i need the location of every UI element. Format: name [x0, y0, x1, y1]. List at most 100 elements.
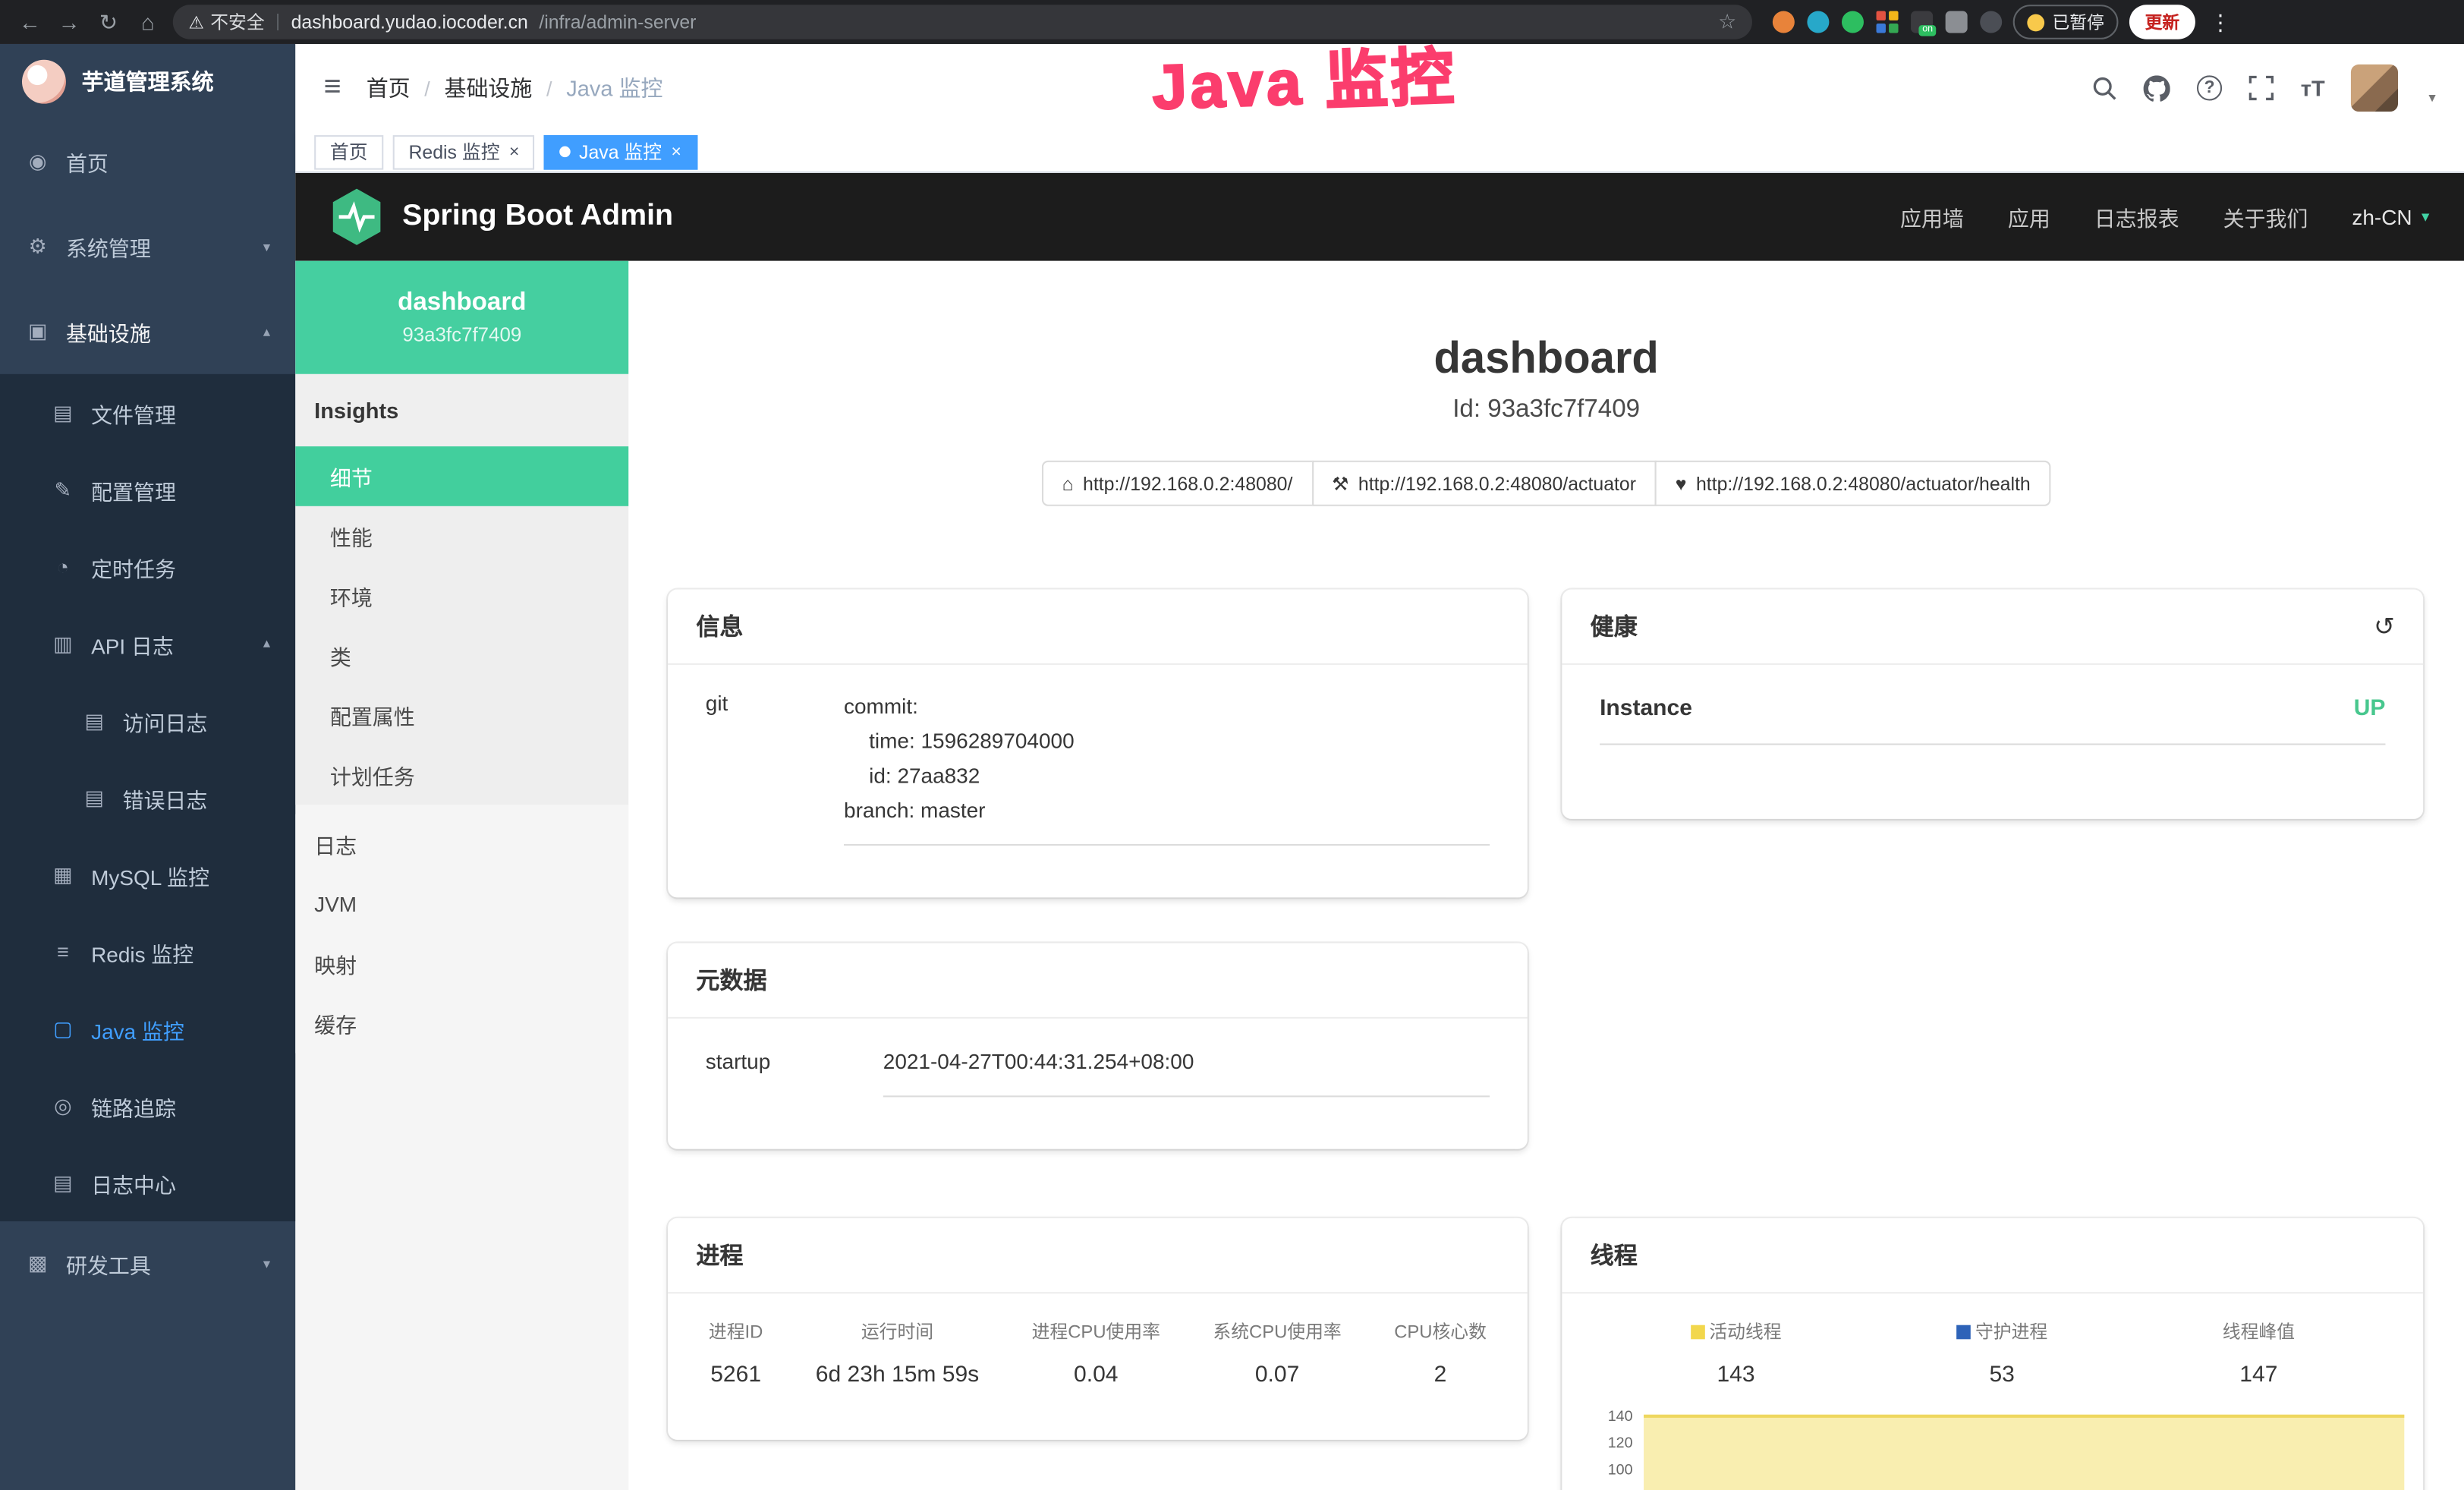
- y-tick: 140: [1608, 1403, 1633, 1430]
- sidebar-item-system[interactable]: ⚙ 系统管理 ▾: [0, 204, 295, 289]
- sba-item-mappings[interactable]: 映射: [295, 934, 628, 994]
- sidebar-item-access-log[interactable]: ▤ 访问日志: [0, 682, 295, 759]
- sba-item-jvm[interactable]: JVM: [295, 874, 628, 934]
- sba-brand[interactable]: Spring Boot Admin: [330, 187, 673, 247]
- sba-nav-journal[interactable]: 日志报表: [2094, 201, 2179, 232]
- sidebar-item-label: 文件管理: [91, 397, 176, 428]
- extension-icon[interactable]: [1807, 11, 1829, 33]
- font-size-icon[interactable]: тT: [2301, 75, 2325, 100]
- extension-icon[interactable]: [1842, 11, 1864, 33]
- address-bar[interactable]: ⚠ 不安全 | dashboard.yudao.iocoder.cn /infr…: [173, 5, 1752, 39]
- app-logo-row[interactable]: 芋道管理系统: [0, 44, 295, 119]
- sba-nav-applications[interactable]: 应用: [2008, 201, 2050, 232]
- security-warning[interactable]: ⚠ 不安全: [188, 9, 264, 34]
- breadcrumb: 首页 / 基础设施 / Java 监控: [367, 72, 663, 103]
- user-avatar[interactable]: [2352, 65, 2399, 112]
- tab-home[interactable]: 首页: [314, 134, 383, 169]
- link-actuator-url[interactable]: ⚒ http://192.168.0.2:48080/actuator: [1311, 461, 1657, 506]
- sba-item-caches[interactable]: 缓存: [295, 994, 628, 1054]
- extensions-puzzle-icon[interactable]: [1946, 11, 1968, 33]
- locale-select[interactable]: zh-CN ▾: [2352, 205, 2429, 228]
- sidebar-item-label: 配置管理: [91, 474, 176, 505]
- sidebar-item-files[interactable]: ▤ 文件管理: [0, 374, 295, 451]
- breadcrumb-home[interactable]: 首页: [367, 72, 411, 103]
- metric-value: 143: [1690, 1362, 1781, 1388]
- forward-icon[interactable]: →: [55, 9, 83, 34]
- close-icon[interactable]: ×: [509, 142, 519, 161]
- sidebar-item-config[interactable]: ✎ 配置管理: [0, 451, 295, 528]
- caret-down-icon[interactable]: ▾: [2428, 90, 2435, 112]
- info-card: 信息 git commit: time: 1596289704000 id: 2…: [668, 590, 1528, 898]
- sidebar-item-home[interactable]: ◉ 首页: [0, 119, 295, 204]
- monitor-icon: ▣: [25, 319, 50, 344]
- update-button[interactable]: 更新: [2129, 5, 2195, 39]
- extension-grid-icon[interactable]: [1877, 11, 1899, 33]
- sba-item-config-props[interactable]: 配置属性: [295, 685, 628, 745]
- screen-icon: ▢: [50, 1016, 75, 1041]
- sidebar-item-java[interactable]: ▢ Java 监控: [0, 991, 295, 1067]
- browser-menu-icon[interactable]: ⋮: [2210, 8, 2232, 35]
- sba-item-classes[interactable]: 类: [295, 625, 628, 685]
- breadcrumb-infra[interactable]: 基础设施: [444, 72, 532, 103]
- extension-icon[interactable]: [1980, 11, 2002, 33]
- github-icon[interactable]: [2144, 74, 2170, 101]
- sba-nav-about[interactable]: 关于我们: [2223, 201, 2308, 232]
- instance-id: 93a3fc7f7409: [402, 324, 521, 346]
- breadcrumb-separator: /: [424, 76, 430, 99]
- sidebar-item-mysql[interactable]: ▦ MySQL 监控: [0, 836, 295, 913]
- sidebar-item-label: Java 监控: [91, 1013, 184, 1044]
- hamburger-icon[interactable]: ≡: [324, 71, 341, 106]
- close-icon[interactable]: ×: [672, 142, 681, 161]
- tab-java[interactable]: Java 监控 ×: [544, 134, 697, 169]
- paused-chip[interactable]: 已暂停: [2013, 5, 2119, 39]
- sba-nav-wall[interactable]: 应用墙: [1900, 201, 1964, 232]
- metadata-key: startup: [706, 1050, 883, 1097]
- layers-icon: ≡: [50, 940, 75, 963]
- bookmark-star-icon[interactable]: ☆: [1718, 9, 1736, 34]
- link-health-url[interactable]: ♥ http://192.168.0.2:48080/actuator/heal…: [1655, 461, 2051, 506]
- chart-y-axis: 140 120 100: [1591, 1403, 1641, 1490]
- grid-icon: ▦: [50, 862, 75, 887]
- sidebar-item-label: 访问日志: [123, 705, 208, 736]
- sba-item-environment[interactable]: 环境: [295, 565, 628, 625]
- sba-item-logs[interactable]: 日志: [295, 814, 628, 874]
- threads-card: 线程 活动线程 143: [1562, 1218, 2423, 1490]
- extension-on-icon[interactable]: [1911, 11, 1933, 33]
- legend-swatch-yellow: [1690, 1325, 1704, 1339]
- extension-icon[interactable]: [1773, 11, 1795, 33]
- sidebar-item-jobs[interactable]: ◔ 定时任务: [0, 528, 295, 605]
- metric-label: 进程CPU使用率: [1032, 1318, 1160, 1344]
- metric-label: 系统CPU使用率: [1213, 1318, 1341, 1344]
- reload-icon[interactable]: ↻: [94, 8, 122, 35]
- sidebar-item-api-log[interactable]: ▥ API 日志 ▴: [0, 605, 295, 682]
- sidebar-item-infra[interactable]: ▣ 基础设施 ▴: [0, 289, 295, 374]
- tab-redis[interactable]: Redis 监控 ×: [393, 134, 535, 169]
- link-service-url[interactable]: ⌂ http://192.168.0.2:48080/: [1042, 461, 1314, 506]
- chevron-down-icon: ▾: [2422, 208, 2429, 225]
- metric-daemon-threads: 守护进程 53: [1956, 1318, 2047, 1388]
- sidebar-item-redis[interactable]: ≡ Redis 监控: [0, 913, 295, 990]
- metric-label: 进程ID: [709, 1318, 763, 1344]
- sidebar-item-trace[interactable]: ◎ 链路追踪: [0, 1067, 295, 1144]
- help-icon[interactable]: ?: [2197, 75, 2222, 100]
- sba-item-scheduled-tasks[interactable]: 计划任务: [295, 745, 628, 805]
- chevron-up-icon: ▴: [263, 635, 270, 653]
- sidebar-item-devtools[interactable]: ▩ 研发工具 ▾: [0, 1221, 295, 1306]
- insights-section-label[interactable]: Insights: [295, 374, 628, 446]
- search-icon[interactable]: [2091, 75, 2116, 100]
- sba-item-performance[interactable]: 性能: [295, 506, 628, 566]
- sba-main: dashboard Id: 93a3fc7f7409 ⌂ http://192.…: [628, 261, 2464, 1490]
- breadcrumb-current: Java 监控: [566, 72, 662, 103]
- app-main: ≡ 首页 / 基础设施 / Java 监控 ?: [295, 44, 2464, 1490]
- home-icon[interactable]: ⌂: [134, 9, 162, 34]
- fullscreen-icon[interactable]: [2248, 75, 2274, 100]
- sidebar-item-log-center[interactable]: ▤ 日志中心: [0, 1145, 295, 1221]
- sidebar-item-label: 日志中心: [91, 1167, 176, 1199]
- back-icon[interactable]: ←: [16, 9, 44, 34]
- sba-sidebar: dashboard 93a3fc7f7409 Insights 细节 性能 环境…: [295, 261, 628, 1490]
- gear-icon: ⚙: [25, 235, 50, 260]
- sidebar-item-error-log[interactable]: ▤ 错误日志: [0, 759, 295, 836]
- history-icon[interactable]: ↺: [2374, 611, 2395, 642]
- sidebar-item-label: Redis 监控: [91, 936, 194, 967]
- sba-item-details[interactable]: 细节: [295, 446, 628, 506]
